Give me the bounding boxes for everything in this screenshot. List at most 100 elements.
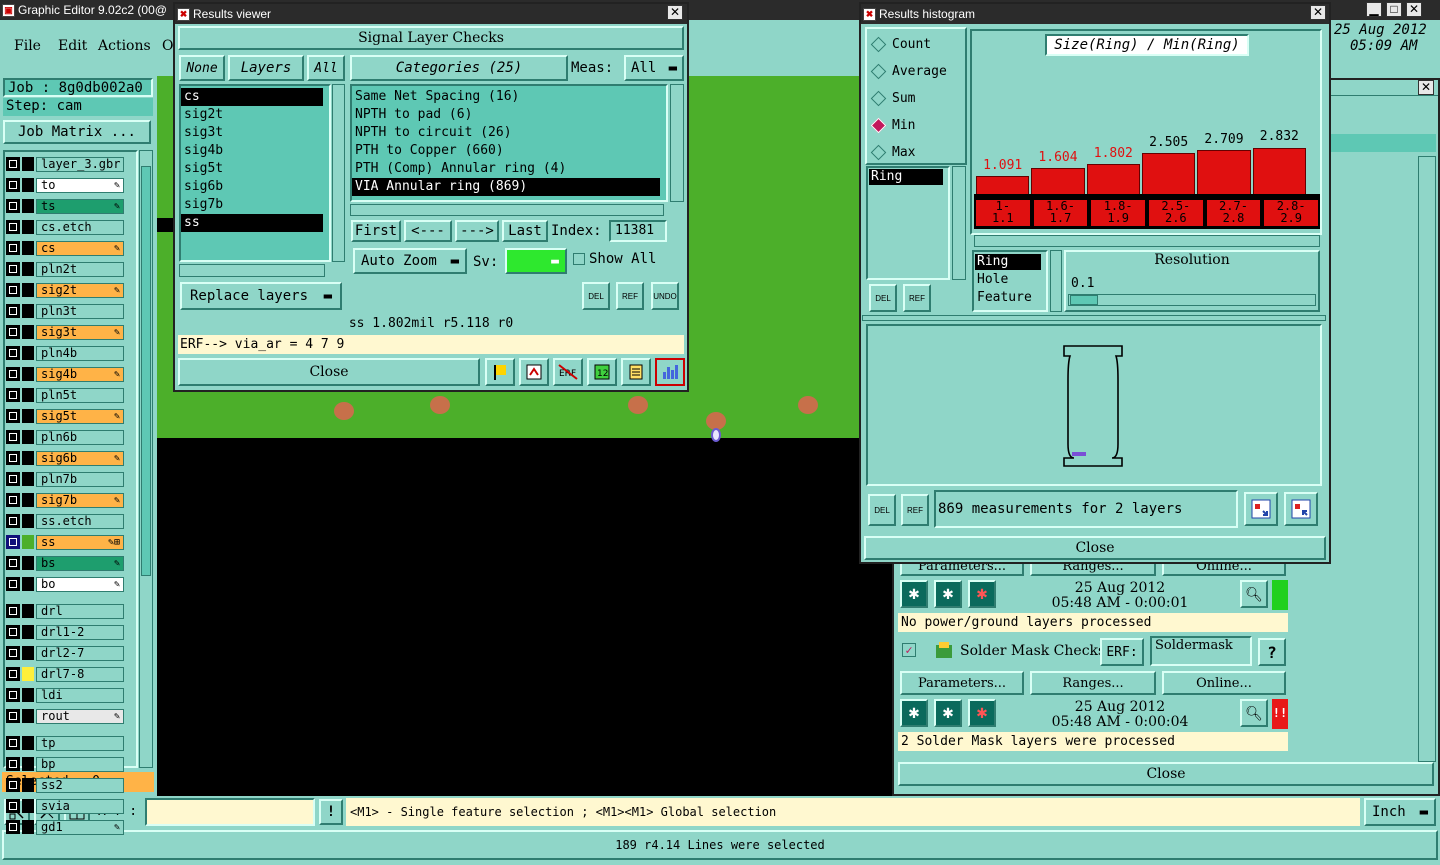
radio-indicator[interactable] [870,63,887,80]
attribute-item[interactable]: Ring [869,169,943,185]
layer-visibility-checkbox[interactable] [6,199,20,213]
histogram-bar[interactable] [1086,164,1140,195]
layer-name[interactable]: pln2t [36,261,124,277]
layer-row[interactable]: to ✎ [6,177,124,193]
layer-visibility-checkbox[interactable] [6,430,20,444]
category-item[interactable]: NPTH to circuit (26) [352,124,660,142]
layer-row[interactable]: bs ✎ [6,555,124,571]
report-icon[interactable] [519,358,549,386]
layer-name[interactable]: ss ✎⊞ [36,534,124,550]
pane-separator[interactable] [862,315,1326,321]
layer-visibility-checkbox[interactable] [6,688,20,702]
warning-button[interactable]: ! [319,799,343,825]
layer-visibility-checkbox[interactable] [6,625,20,639]
via-pad[interactable] [430,396,450,414]
layer-visibility-checkbox[interactable] [6,577,20,591]
layer-visibility-checkbox[interactable] [6,604,20,618]
layer-row[interactable]: svia [6,798,124,814]
layer-visibility-checkbox[interactable] [6,535,20,549]
layer-row[interactable]: gd1 ✎ [6,819,124,835]
layer-name[interactable]: tp [36,735,124,751]
maximize-icon[interactable]: □ [1386,2,1402,17]
chart-hscrollbar[interactable] [974,235,1320,247]
meas-dropdown[interactable]: All ▬ [624,55,684,81]
layer-row[interactable]: drl1-2 [6,624,124,640]
erf-button[interactable]: ERF: [1100,638,1144,666]
layer-row[interactable]: pln5t [6,387,124,403]
layer-visibility-checkbox[interactable] [6,514,20,528]
del-button[interactable]: DEL [582,282,610,310]
next-button[interactable]: ---> [455,220,499,242]
layer-name[interactable]: pln5t [36,387,124,403]
numbering-icon[interactable]: 12 [587,358,617,386]
ref-button[interactable]: REF [616,282,644,310]
layer-name[interactable]: sig5t ✎ [36,408,124,424]
mode-radio-max[interactable]: Max [867,139,965,166]
block1-parameters-button[interactable]: Parameters... [900,562,1024,576]
layer-name[interactable]: cs ✎ [36,240,124,256]
layer-row[interactable]: ss ✎⊞ [6,534,124,550]
layer-name[interactable]: pln6b [36,429,124,445]
xy-input[interactable] [145,798,315,826]
layer-name[interactable]: gd1 ✎ [36,819,124,835]
mode-radio-average[interactable]: Average [867,58,965,85]
results-viewer-close-icon[interactable]: ✕ [667,5,683,20]
via-pad[interactable] [798,396,818,414]
layer-row[interactable]: cs.etch [6,219,124,235]
attribute2-scrollbar[interactable] [1050,250,1062,312]
erf-icon[interactable]: ERF [553,358,583,386]
preview-ref-button[interactable]: REF [901,494,929,526]
via-pad[interactable] [334,402,354,420]
layer-row[interactable]: pln4b [6,345,124,361]
layer-select-item[interactable]: sig6b [181,178,323,196]
category-list[interactable]: Same Net Spacing (16) NPTH to pad (6) NPTH… [350,84,668,202]
histogram-bar[interactable] [1252,147,1306,195]
layer-visibility-checkbox[interactable] [6,388,20,402]
close-icon[interactable]: ✕ [1406,2,1422,17]
block2-parameters-button[interactable]: Parameters... [900,671,1024,695]
layer-list-scroll-thumb[interactable] [141,166,151,576]
layer-visibility-checkbox[interactable] [6,778,20,792]
layer-visibility-checkbox[interactable] [6,346,20,360]
layer-visibility-checkbox[interactable] [6,241,20,255]
layer-row[interactable]: sig7b ✎ [6,492,124,508]
block2-online-button[interactable]: Online... [1162,671,1286,695]
last-button[interactable]: Last [502,220,548,242]
layer-visibility-checkbox[interactable] [6,367,20,381]
layer-row[interactable]: drl7-8 [6,666,124,682]
block2-ranges-button[interactable]: Ranges... [1030,671,1156,695]
hist-ref-button[interactable]: REF [903,284,931,312]
layer-select-list[interactable]: cs sig2t sig3t sig4b sig5t sig6b sig7b ss [179,84,331,262]
layer-visibility-checkbox[interactable] [6,709,20,723]
category-item[interactable]: PTH (Comp) Annular ring (4) [352,160,660,178]
layer-name[interactable]: bs ✎ [36,555,124,571]
layer-row[interactable]: pln7b [6,471,124,487]
layer-visibility-checkbox[interactable] [6,220,20,234]
layers-none-button[interactable]: None [179,55,225,81]
layer-row[interactable]: bp [6,756,124,772]
run-icon[interactable]: ✱ [900,580,928,608]
notes-icon[interactable] [621,358,651,386]
layer-row[interactable]: bo ✎ [6,576,124,592]
layer-select-item[interactable]: sig3t [181,124,323,142]
resolution-slider[interactable] [1068,294,1316,306]
layer-row[interactable]: tp [6,735,124,751]
layer-row[interactable]: cs ✎ [6,240,124,256]
layer-name[interactable]: pln3t [36,303,124,319]
layer-visibility-checkbox[interactable] [6,820,20,834]
layer-name[interactable]: to ✎ [36,177,124,193]
categories-button[interactable]: Categories (25) [350,55,568,81]
mode-radio-sum[interactable]: Sum [867,85,965,112]
layer-row[interactable]: sig5t ✎ [6,408,124,424]
resolution-slider-thumb[interactable] [1070,295,1098,305]
layer-name[interactable]: drl [36,603,124,619]
flag-icon[interactable] [485,358,515,386]
layer-visibility-checkbox[interactable] [6,799,20,813]
layer-row[interactable]: sig2t ✎ [6,282,124,298]
block1-ranges-button[interactable]: Ranges... [1030,562,1156,576]
layer-name[interactable]: sig3t ✎ [36,324,124,340]
layer-visibility-checkbox[interactable] [6,409,20,423]
layer-name[interactable]: layer_3.gbr [36,156,124,172]
layer-visibility-checkbox[interactable] [6,646,20,660]
layer-visibility-checkbox[interactable] [6,262,20,276]
